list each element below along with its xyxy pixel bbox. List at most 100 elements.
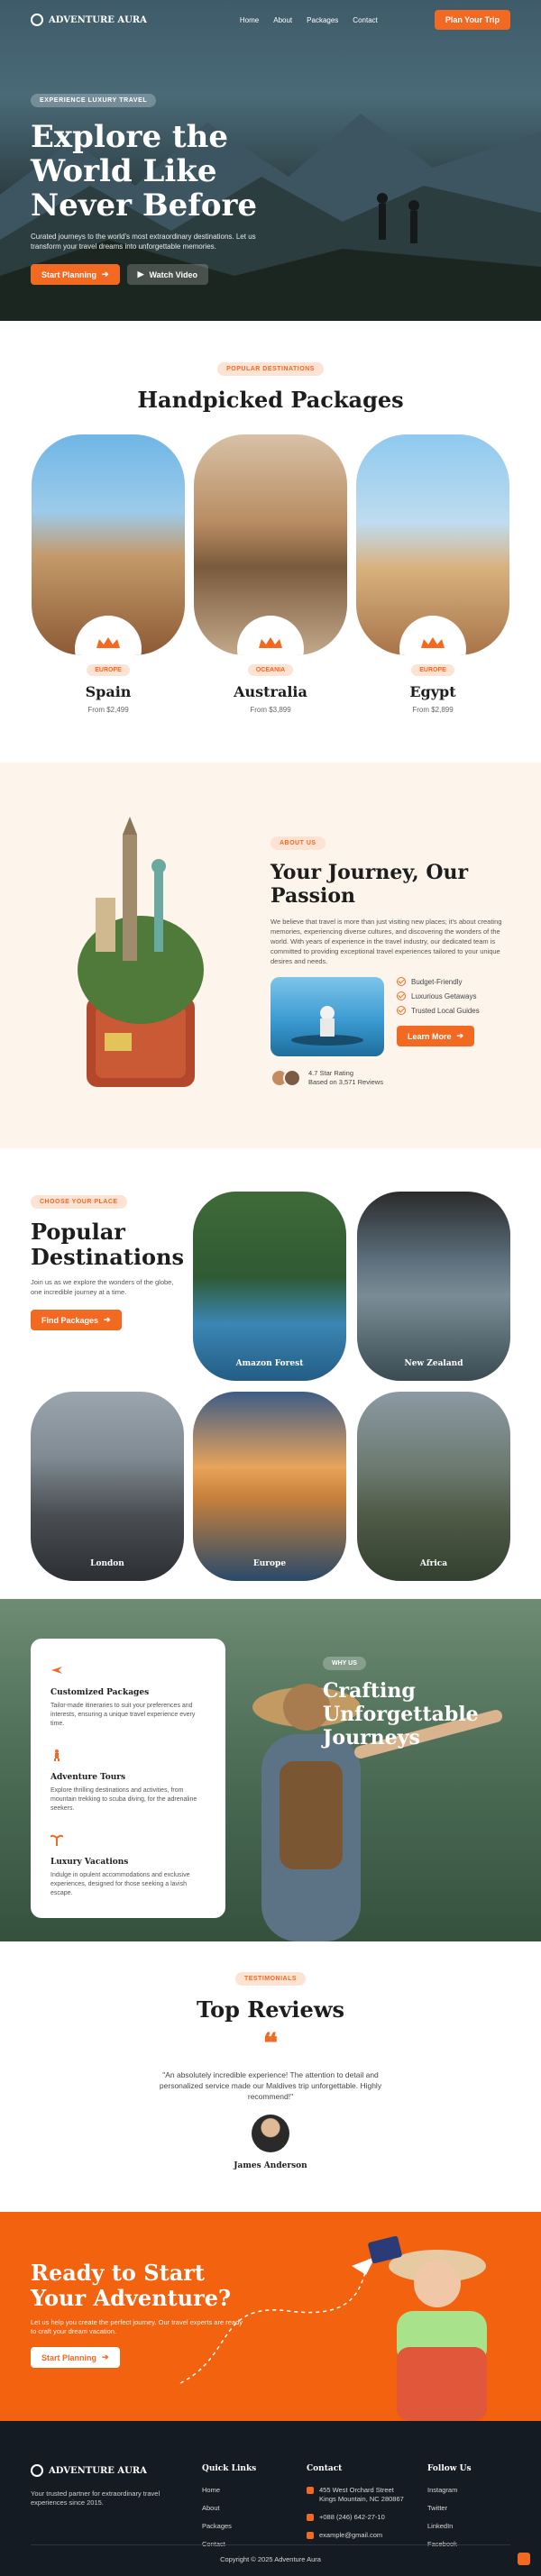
social-link-instagram[interactable]: Instagram <box>427 2486 472 2494</box>
follow-title: Follow Us <box>427 2464 472 2473</box>
nav-home[interactable]: Home <box>240 16 259 24</box>
copyright: Copyright © 2025 Adventure Aura <box>220 2555 321 2563</box>
destinations-text: Join us as we explore the wonders of the… <box>31 1278 174 1296</box>
destination-label: New Zealand <box>404 1359 463 1368</box>
learn-more-label: Learn More <box>408 1031 452 1041</box>
footer-link-packages[interactable]: Packages <box>202 2522 256 2530</box>
cta-text: Let us help you create the perfect journ… <box>31 2318 243 2335</box>
arrow-right-icon: ➔ <box>456 1031 464 1040</box>
destination-label: London <box>90 1559 124 1568</box>
avatar <box>283 1069 301 1087</box>
contact-phone[interactable]: +088 (246) 642-27-10 <box>307 2513 406 2522</box>
arrow-right-icon: ➔ <box>102 2352 109 2361</box>
package-price: From $2,499 <box>87 706 129 714</box>
feature-text: Explore thrilling destinations and activ… <box>50 1787 197 1812</box>
phone-icon <box>307 2514 314 2521</box>
about-chip: ABOUT US <box>270 836 326 850</box>
cta-section: Ready to Start Your Adventure? Let us he… <box>0 2212 541 2421</box>
nav-contact[interactable]: Contact <box>353 16 378 24</box>
feature-title: Adventure Tours <box>50 1773 126 1782</box>
feature-text: Indulge in opulent accommodations and ex… <box>50 1872 190 1896</box>
hero-title: Explore the World Like Never Before <box>31 119 258 224</box>
social-link-twitter[interactable]: Twitter <box>427 2504 472 2512</box>
find-packages-label: Find Packages <box>41 1315 99 1325</box>
plan-trip-button[interactable]: Plan Your Trip <box>434 10 510 30</box>
egypt-image <box>356 434 509 655</box>
destination-tile-amazon[interactable]: Amazon Forest <box>193 1192 346 1381</box>
footer-divider <box>31 2544 510 2545</box>
watch-video-label: Watch Video <box>149 269 197 279</box>
top-nav: ADVENTURE AURA Home About Packages Conta… <box>0 0 541 40</box>
package-price: From $2,899 <box>412 706 454 714</box>
destination-tile-london[interactable]: London <box>31 1392 184 1581</box>
watch-video-button[interactable]: ▶ Watch Video <box>126 264 208 285</box>
play-icon: ▶ <box>137 269 144 279</box>
rating-title: 4.7 Star Rating <box>308 1069 354 1077</box>
destinations-section: CHOOSE YOUR PLACE Popular Destinations J… <box>0 1148 541 1599</box>
packages-title: Handpicked Packages <box>137 387 404 413</box>
feature-text: Tailor-made itineraries to suit your pre… <box>50 1703 196 1727</box>
quick-links-title: Quick Links <box>202 2464 257 2473</box>
package-card-egypt[interactable]: EUROPE Egypt From $2,899 <box>356 434 509 714</box>
reviews-title: Top Reviews <box>197 1996 344 2023</box>
australia-image <box>194 434 347 655</box>
learn-more-button[interactable]: Learn More ➔ <box>397 1026 475 1046</box>
destination-label: Amazon Forest <box>235 1359 304 1368</box>
nav-about[interactable]: About <box>273 16 292 24</box>
package-price: From $3,899 <box>250 706 291 714</box>
cta-start-planning-button[interactable]: Start Planning ➔ <box>31 2347 120 2368</box>
feature-luxury: Luxury Vacations Indulge in opulent acco… <box>50 1833 206 1898</box>
globe-icon <box>31 2464 43 2477</box>
contact-email[interactable]: example@gmail.com <box>307 2531 406 2540</box>
hero-chip: EXPERIENCE LUXURY TRAVEL <box>31 94 157 107</box>
social-link-linkedin[interactable]: LinkedIn <box>427 2522 472 2530</box>
find-packages-button[interactable]: Find Packages ➔ <box>31 1310 122 1330</box>
boat-photo <box>270 977 384 1056</box>
cta-button-label: Start Planning <box>41 2352 97 2362</box>
feature-title: Luxury Vacations <box>50 1858 129 1867</box>
start-planning-label: Start Planning <box>41 269 97 279</box>
package-region: EUROPE <box>411 664 454 676</box>
package-region: EUROPE <box>87 664 130 676</box>
site-footer: ADVENTURE AURA Your trusted partner for … <box>0 2421 541 2576</box>
traveler-with-luggage-image <box>368 2235 487 2421</box>
reviewer-name: James Anderson <box>234 2161 307 2170</box>
arrow-right-icon: ➔ <box>104 1315 111 1324</box>
hero-subtitle: Curated journeys to the world's most ext… <box>31 233 256 251</box>
destination-label: Africa <box>419 1559 448 1568</box>
feature-item: Luxurious Getaways <box>397 991 480 1000</box>
footer-link-about[interactable]: About <box>202 2504 256 2512</box>
nav-packages[interactable]: Packages <box>307 16 338 24</box>
check-icon <box>397 977 406 986</box>
feature-item: Budget-Friendly <box>397 977 480 986</box>
location-icon <box>307 2487 314 2494</box>
package-card-australia[interactable]: OCEANIA Australia From $3,899 <box>194 434 347 714</box>
quote-icon: ❝ <box>262 2028 279 2060</box>
travel-collage-image <box>78 817 204 1087</box>
footer-tagline: Your trusted partner for extraordinary t… <box>31 2489 160 2507</box>
start-planning-button[interactable]: Start Planning ➔ <box>31 264 120 285</box>
package-region: OCEANIA <box>247 664 294 676</box>
footer-link-home[interactable]: Home <box>202 2486 256 2494</box>
about-section: ABOUT US Your Journey, Our Passion We be… <box>0 763 541 1148</box>
why-us-section: Customized Packages Tailor-made itinerar… <box>0 1599 541 1941</box>
destination-tile-europe[interactable]: Europe <box>193 1392 346 1581</box>
arrow-right-icon: ➔ <box>102 269 109 279</box>
traveler-image <box>252 1684 502 1941</box>
destination-tile-new-zealand[interactable]: New Zealand <box>357 1192 510 1381</box>
contact-address: 455 West Orchard Street Kings Mountain, … <box>307 2486 406 2504</box>
crown-icon <box>421 637 445 648</box>
destinations-title: Popular Destinations <box>31 1219 184 1270</box>
check-icon <box>397 1006 406 1015</box>
rating-summary: 4.7 Star Rating Based on 3,571 Reviews <box>270 1069 514 1087</box>
footer-logo[interactable]: ADVENTURE AURA <box>31 2464 166 2477</box>
destinations-chip: CHOOSE YOUR PLACE <box>31 1195 127 1209</box>
why-us-chip: WHY US <box>323 1657 366 1670</box>
package-name: Australia <box>234 683 307 700</box>
destination-tile-africa[interactable]: Africa <box>357 1392 510 1581</box>
plane-icon <box>51 1667 62 1674</box>
brand-logo[interactable]: ADVENTURE AURA <box>31 14 147 26</box>
scroll-to-top-button[interactable] <box>518 2553 530 2565</box>
package-card-spain[interactable]: EUROPE Spain From $2,499 <box>32 434 185 714</box>
feature-title: Customized Packages <box>50 1688 150 1697</box>
